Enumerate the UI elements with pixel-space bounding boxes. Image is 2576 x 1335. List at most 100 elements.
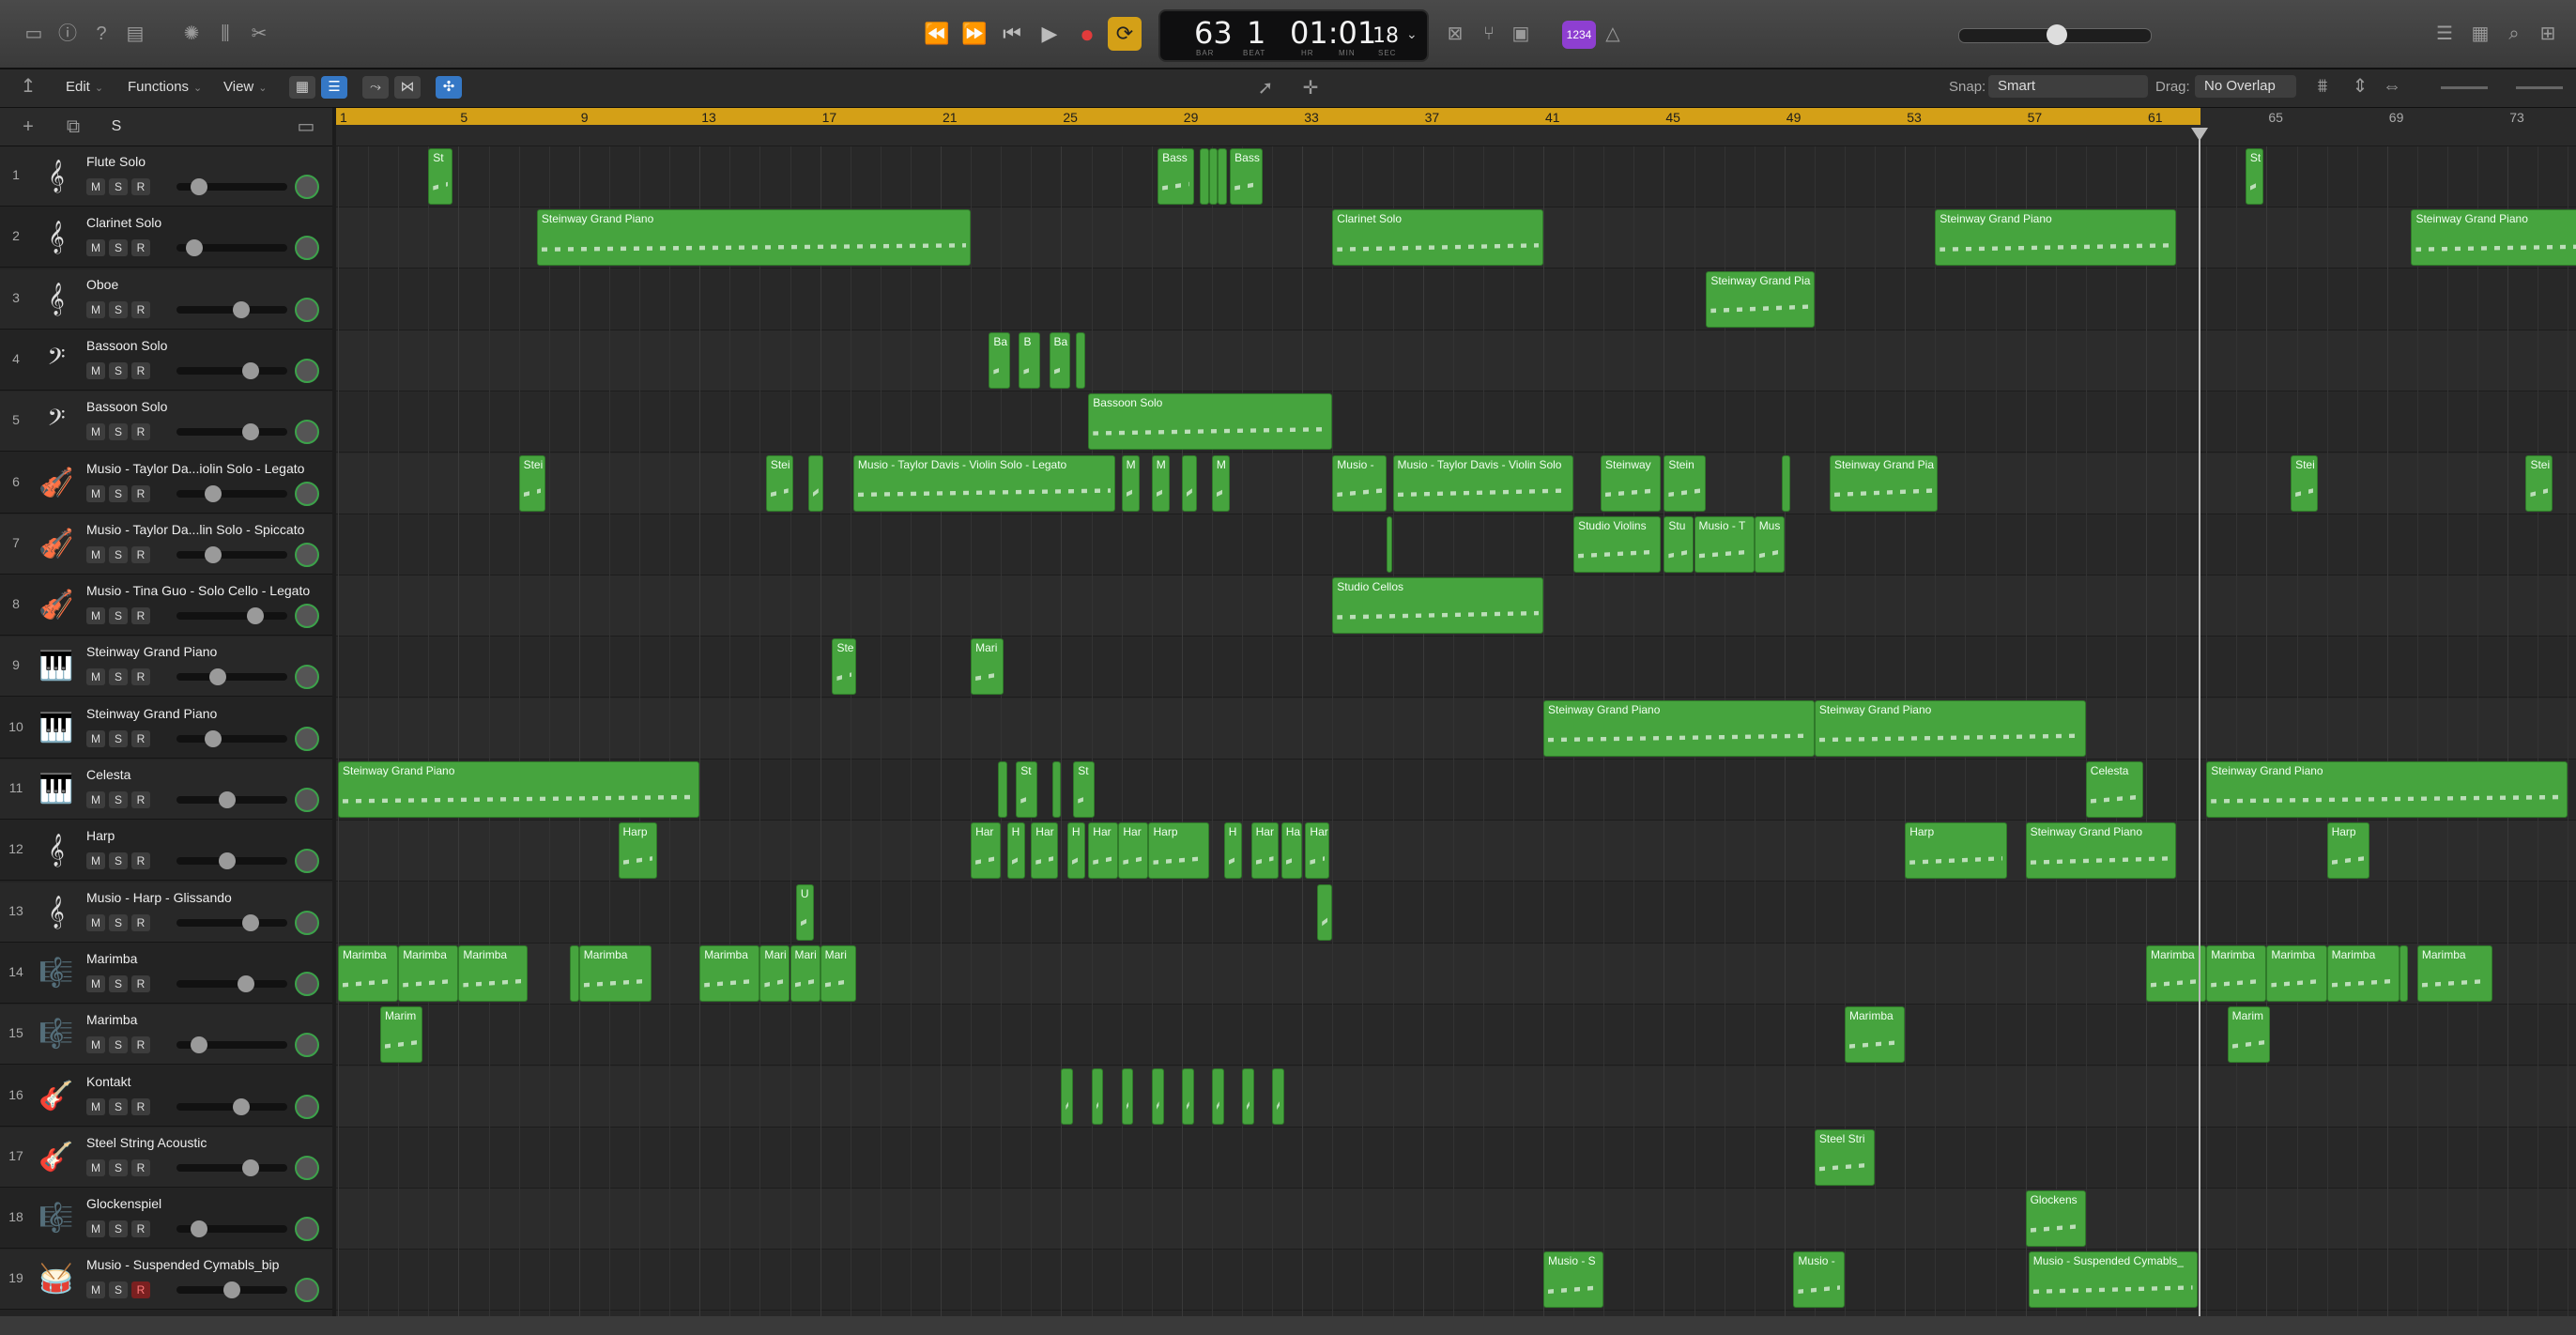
track-header[interactable]: 7 🎻 Musio - Taylor Da...lin Solo - Spicc… bbox=[0, 514, 332, 575]
midi-region[interactable]: Har bbox=[1250, 822, 1279, 880]
track-name[interactable]: Oboe bbox=[86, 277, 118, 292]
solo-button[interactable]: S bbox=[109, 852, 128, 870]
record-enable-button[interactable]: R bbox=[131, 852, 150, 870]
mute-button[interactable]: M bbox=[86, 607, 105, 625]
track-header[interactable]: 10 🎹 Steinway Grand Piano M S R bbox=[0, 698, 332, 759]
volume-knob[interactable] bbox=[209, 668, 226, 686]
record-enable-button[interactable]: R bbox=[131, 178, 150, 195]
marimba-icon[interactable]: 🎼 bbox=[36, 1014, 77, 1055]
volume-knob[interactable] bbox=[186, 239, 203, 257]
oboe-icon[interactable]: 𝄞 bbox=[36, 279, 77, 320]
playhead[interactable] bbox=[2199, 128, 2200, 1316]
library-icon[interactable]: ▭ bbox=[21, 21, 47, 47]
volume-slider[interactable] bbox=[176, 489, 287, 498]
volume-knob[interactable] bbox=[191, 1220, 207, 1238]
solo-button[interactable]: S bbox=[109, 1159, 128, 1176]
browsers-icon[interactable]: ⊞ bbox=[2535, 21, 2561, 47]
track-lane[interactable] bbox=[336, 637, 2576, 698]
midi-region[interactable] bbox=[1242, 1067, 1254, 1125]
arrange-area[interactable]: St Bass Bass St Steinway Grand Piano Cla… bbox=[336, 146, 2576, 1316]
midi-region[interactable]: Steinway Grand Piano bbox=[2025, 822, 2177, 880]
pan-knob[interactable] bbox=[295, 420, 319, 445]
midi-region[interactable]: Mus bbox=[1754, 515, 1785, 573]
list-view-button[interactable]: ☰ bbox=[321, 76, 347, 99]
track-name[interactable]: Musio - Taylor Da...iolin Solo - Legato bbox=[86, 461, 304, 476]
mixer-icon[interactable]: ⫼ bbox=[212, 21, 238, 47]
track-name[interactable]: Bassoon Solo bbox=[86, 399, 167, 414]
volume-knob[interactable] bbox=[233, 300, 250, 318]
lcd-chevron-icon[interactable]: ⌄ bbox=[1406, 26, 1418, 42]
midi-region[interactable]: Steinway Grand Pia bbox=[1829, 454, 1939, 512]
track-header[interactable]: 11 🎹 Celesta M S R bbox=[0, 760, 332, 820]
midi-region[interactable] bbox=[807, 454, 823, 512]
record-enable-button[interactable]: R bbox=[131, 484, 150, 502]
view-menu[interactable]: View ⌄ bbox=[223, 79, 267, 95]
track-lane[interactable] bbox=[336, 882, 2576, 944]
midi-region[interactable]: Har bbox=[1088, 822, 1119, 880]
track-name[interactable]: Marimba bbox=[86, 1012, 137, 1027]
track-name[interactable]: Marimba bbox=[86, 951, 137, 966]
record-enable-button[interactable]: R bbox=[131, 423, 150, 441]
record-enable-button[interactable]: R bbox=[131, 545, 150, 563]
mute-button[interactable]: M bbox=[86, 791, 105, 808]
cymbal-icon[interactable]: 🥁 bbox=[36, 1259, 77, 1300]
midi-region[interactable]: Marim bbox=[379, 1006, 422, 1064]
fast-forward-button[interactable]: ⏩ bbox=[958, 17, 991, 51]
volume-knob[interactable] bbox=[219, 791, 236, 808]
guitar-icon[interactable]: 🎸 bbox=[36, 1137, 77, 1178]
record-enable-button[interactable]: R bbox=[131, 791, 150, 808]
inspector-icon[interactable]: ⓘ bbox=[54, 21, 81, 47]
volume-knob[interactable] bbox=[223, 1281, 240, 1299]
midi-region[interactable]: Bass bbox=[1230, 148, 1264, 205]
track-header[interactable]: 12 𝄞 Harp M S R bbox=[0, 821, 332, 882]
horizontal-zoom-slider[interactable] bbox=[2516, 86, 2563, 89]
midi-region[interactable]: Musio - bbox=[1793, 1251, 1845, 1309]
track-lane[interactable] bbox=[336, 1066, 2576, 1128]
midi-region[interactable]: Steinway Grand Piano bbox=[338, 761, 700, 818]
midi-region[interactable]: Marimba bbox=[2266, 944, 2327, 1002]
midi-region[interactable] bbox=[997, 761, 1007, 818]
horizontal-scrollbar[interactable] bbox=[0, 1316, 2576, 1335]
track-header[interactable]: 6 🎻 Musio - Taylor Da...iolin Solo - Leg… bbox=[0, 453, 332, 514]
midi-region[interactable]: H bbox=[1223, 822, 1242, 880]
list-editors-icon[interactable]: ☰ bbox=[2431, 21, 2458, 47]
midi-region[interactable]: Har bbox=[971, 822, 1002, 880]
midi-region[interactable]: Ba bbox=[989, 331, 1010, 389]
master-volume-knob[interactable] bbox=[2047, 24, 2067, 45]
midi-region[interactable]: Marimba bbox=[1845, 1006, 1906, 1064]
pan-knob[interactable] bbox=[295, 1033, 319, 1058]
play-button[interactable]: ▶ bbox=[1033, 17, 1066, 51]
track-header[interactable]: 17 🎸 Steel String Acoustic M S R bbox=[0, 1127, 332, 1188]
midi-region[interactable]: Steinway Grand Piano bbox=[1543, 699, 1815, 757]
track-lane[interactable] bbox=[336, 1189, 2576, 1251]
midi-region[interactable]: H bbox=[1006, 822, 1025, 880]
midi-region[interactable]: Ste bbox=[832, 638, 857, 696]
pan-knob[interactable] bbox=[295, 910, 319, 935]
midi-region[interactable] bbox=[1181, 1067, 1194, 1125]
toolbar-icon[interactable]: ▤ bbox=[122, 21, 148, 47]
midi-region[interactable]: Bassoon Solo bbox=[1088, 393, 1333, 451]
track-header[interactable]: 18 🎼 Glockenspiel M S R bbox=[0, 1189, 332, 1250]
track-name[interactable]: Musio - Harp - Glissando bbox=[86, 890, 232, 905]
midi-region[interactable]: Steinway Grand Pia bbox=[1706, 270, 1815, 328]
pan-knob[interactable] bbox=[295, 665, 319, 690]
solo-button[interactable]: S bbox=[109, 1281, 128, 1299]
pan-knob[interactable] bbox=[295, 604, 319, 629]
record-enable-button[interactable]: R bbox=[131, 913, 150, 931]
track-name[interactable]: Flute Solo bbox=[86, 154, 146, 169]
automation-button[interactable]: ⤳ bbox=[362, 76, 389, 99]
record-enable-button[interactable]: R bbox=[131, 300, 150, 318]
rewind-button[interactable]: ⏪ bbox=[920, 17, 954, 51]
vertical-zoom-icon[interactable]: ⇕ bbox=[2347, 73, 2373, 100]
midi-region[interactable] bbox=[1211, 1067, 1224, 1125]
midi-region[interactable]: Harp bbox=[618, 822, 658, 880]
volume-slider[interactable] bbox=[176, 550, 287, 559]
volume-knob[interactable] bbox=[242, 913, 259, 931]
editors-icon[interactable]: ✂ bbox=[246, 21, 272, 47]
mute-button[interactable]: M bbox=[86, 545, 105, 563]
volume-slider[interactable] bbox=[176, 1163, 287, 1172]
solo-button[interactable]: S bbox=[109, 423, 128, 441]
add-track-icon[interactable]: + bbox=[15, 114, 41, 140]
volume-slider[interactable] bbox=[176, 366, 287, 375]
midi-region[interactable]: Marimba bbox=[2206, 944, 2267, 1002]
